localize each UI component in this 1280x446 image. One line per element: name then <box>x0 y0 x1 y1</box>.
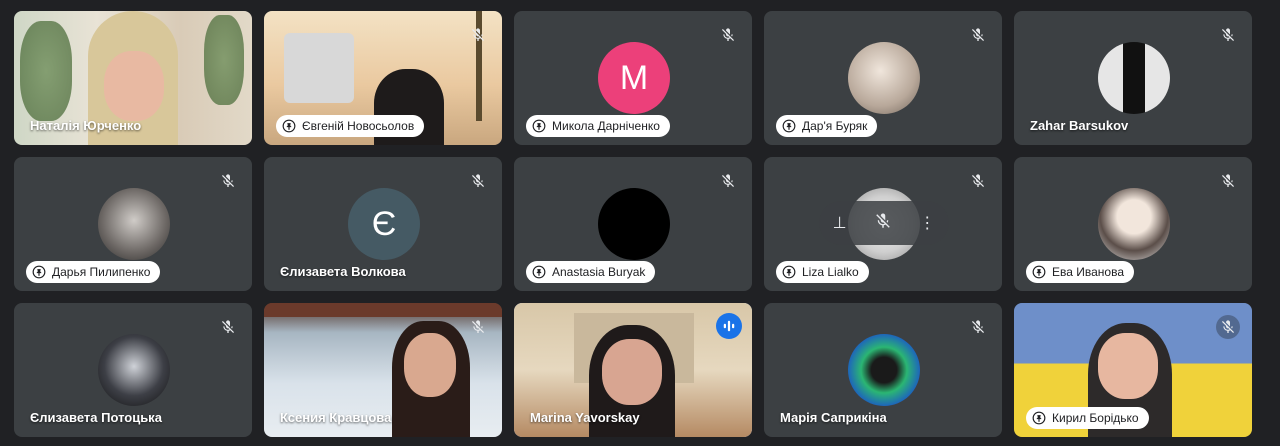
participant-tile[interactable]: Дарья Пилипенко <box>14 157 252 291</box>
avatar: Є <box>348 188 420 260</box>
tile-hover-controls: ⊥ ⋮ <box>819 201 949 245</box>
mic-off-icon <box>216 169 240 193</box>
mic-off-icon <box>1216 23 1240 47</box>
participant-name-pill: Дар'я Буряк <box>776 115 878 137</box>
audio-level-icon <box>716 313 742 339</box>
pin-icon[interactable]: ⊥ <box>833 213 847 233</box>
participant-name: Ксения Кравцова <box>280 410 392 425</box>
participant-name: Наталія Юрченко <box>30 118 142 133</box>
avatar-letter: M <box>619 58 649 97</box>
pin-icon[interactable] <box>782 265 796 279</box>
avatar <box>848 42 920 114</box>
avatar <box>98 334 170 406</box>
avatar-letter: Є <box>371 204 397 243</box>
participant-tile[interactable]: Є Єлизавета Волкова <box>264 157 502 291</box>
mic-off-icon <box>1216 315 1240 339</box>
mic-off-icon <box>216 315 240 339</box>
participant-tile[interactable]: Marina Yavorskay <box>514 303 752 437</box>
participant-name: Єлизавета Волкова <box>280 264 406 279</box>
mic-off-icon <box>1216 169 1240 193</box>
avatar <box>1098 42 1170 114</box>
participant-tile[interactable]: Ева Иванова <box>1014 157 1252 291</box>
more-vert-icon[interactable]: ⋮ <box>919 213 935 233</box>
mic-off-icon <box>716 23 740 47</box>
avatar <box>598 188 670 260</box>
participant-name: Anastasia Buryak <box>552 265 646 279</box>
participant-name-pill: Микола Дарніченко <box>526 115 670 137</box>
participant-name: Marina Yavorskay <box>530 410 640 425</box>
participant-name-pill: Anastasia Buryak <box>526 261 656 283</box>
participant-name: Євгеній Новосьолов <box>302 119 415 133</box>
participant-tile[interactable]: M Микола Дарніченко <box>514 11 752 145</box>
participant-name: Кирил Борідько <box>1052 411 1139 425</box>
mic-off-icon <box>466 315 490 339</box>
participant-name: Микола Дарніченко <box>552 119 660 133</box>
participant-tile[interactable]: Євгеній Новосьолов <box>264 11 502 145</box>
participant-tile[interactable]: Кирил Борідько <box>1014 303 1252 437</box>
participant-tile[interactable]: Дар'я Буряк <box>764 11 1002 145</box>
participant-name: Zahar Barsukov <box>1030 118 1129 133</box>
avatar <box>848 334 920 406</box>
pin-icon[interactable] <box>1032 411 1046 425</box>
avatar <box>98 188 170 260</box>
pin-icon[interactable] <box>532 265 546 279</box>
mic-off-icon <box>966 315 990 339</box>
participant-name-pill: Дарья Пилипенко <box>26 261 161 283</box>
participant-tile[interactable]: Наталія Юрченко <box>14 11 252 145</box>
participant-name: Дар'я Буряк <box>802 119 868 133</box>
participant-tile[interactable]: Ксения Кравцова <box>264 303 502 437</box>
mic-off-icon <box>716 169 740 193</box>
avatar: M <box>598 42 670 114</box>
participant-name-pill: Кирил Борідько <box>1026 407 1149 429</box>
mic-off-icon <box>466 23 490 47</box>
participant-name-pill: Liza Lialko <box>776 261 869 283</box>
pin-icon[interactable] <box>532 119 546 133</box>
pin-icon[interactable] <box>782 119 796 133</box>
participant-tile[interactable]: Zahar Barsukov <box>1014 11 1252 145</box>
participant-name: Марія Саприкіна <box>780 410 887 425</box>
participant-tile[interactable]: ⊥ ⋮ Liza Lialko <box>764 157 1002 291</box>
participant-tile[interactable]: Anastasia Buryak <box>514 157 752 291</box>
participant-name: Єлизавета Потоцька <box>30 410 162 425</box>
mic-off-icon <box>466 169 490 193</box>
participant-name: Ева Иванова <box>1052 265 1125 279</box>
mute-participant-icon[interactable] <box>874 212 892 235</box>
pin-icon[interactable] <box>282 119 296 133</box>
participant-tile[interactable]: Марія Саприкіна <box>764 303 1002 437</box>
participant-name-pill: Ева Иванова <box>1026 261 1135 283</box>
mic-off-icon <box>966 169 990 193</box>
participant-name-pill: Євгеній Новосьолов <box>276 115 425 137</box>
participant-name: Liza Lialko <box>802 265 859 279</box>
participant-tile[interactable]: Єлизавета Потоцька <box>14 303 252 437</box>
pin-icon[interactable] <box>32 265 46 279</box>
pin-icon[interactable] <box>1032 265 1046 279</box>
avatar <box>1098 188 1170 260</box>
participant-name: Дарья Пилипенко <box>52 265 151 279</box>
mic-off-icon <box>966 23 990 47</box>
